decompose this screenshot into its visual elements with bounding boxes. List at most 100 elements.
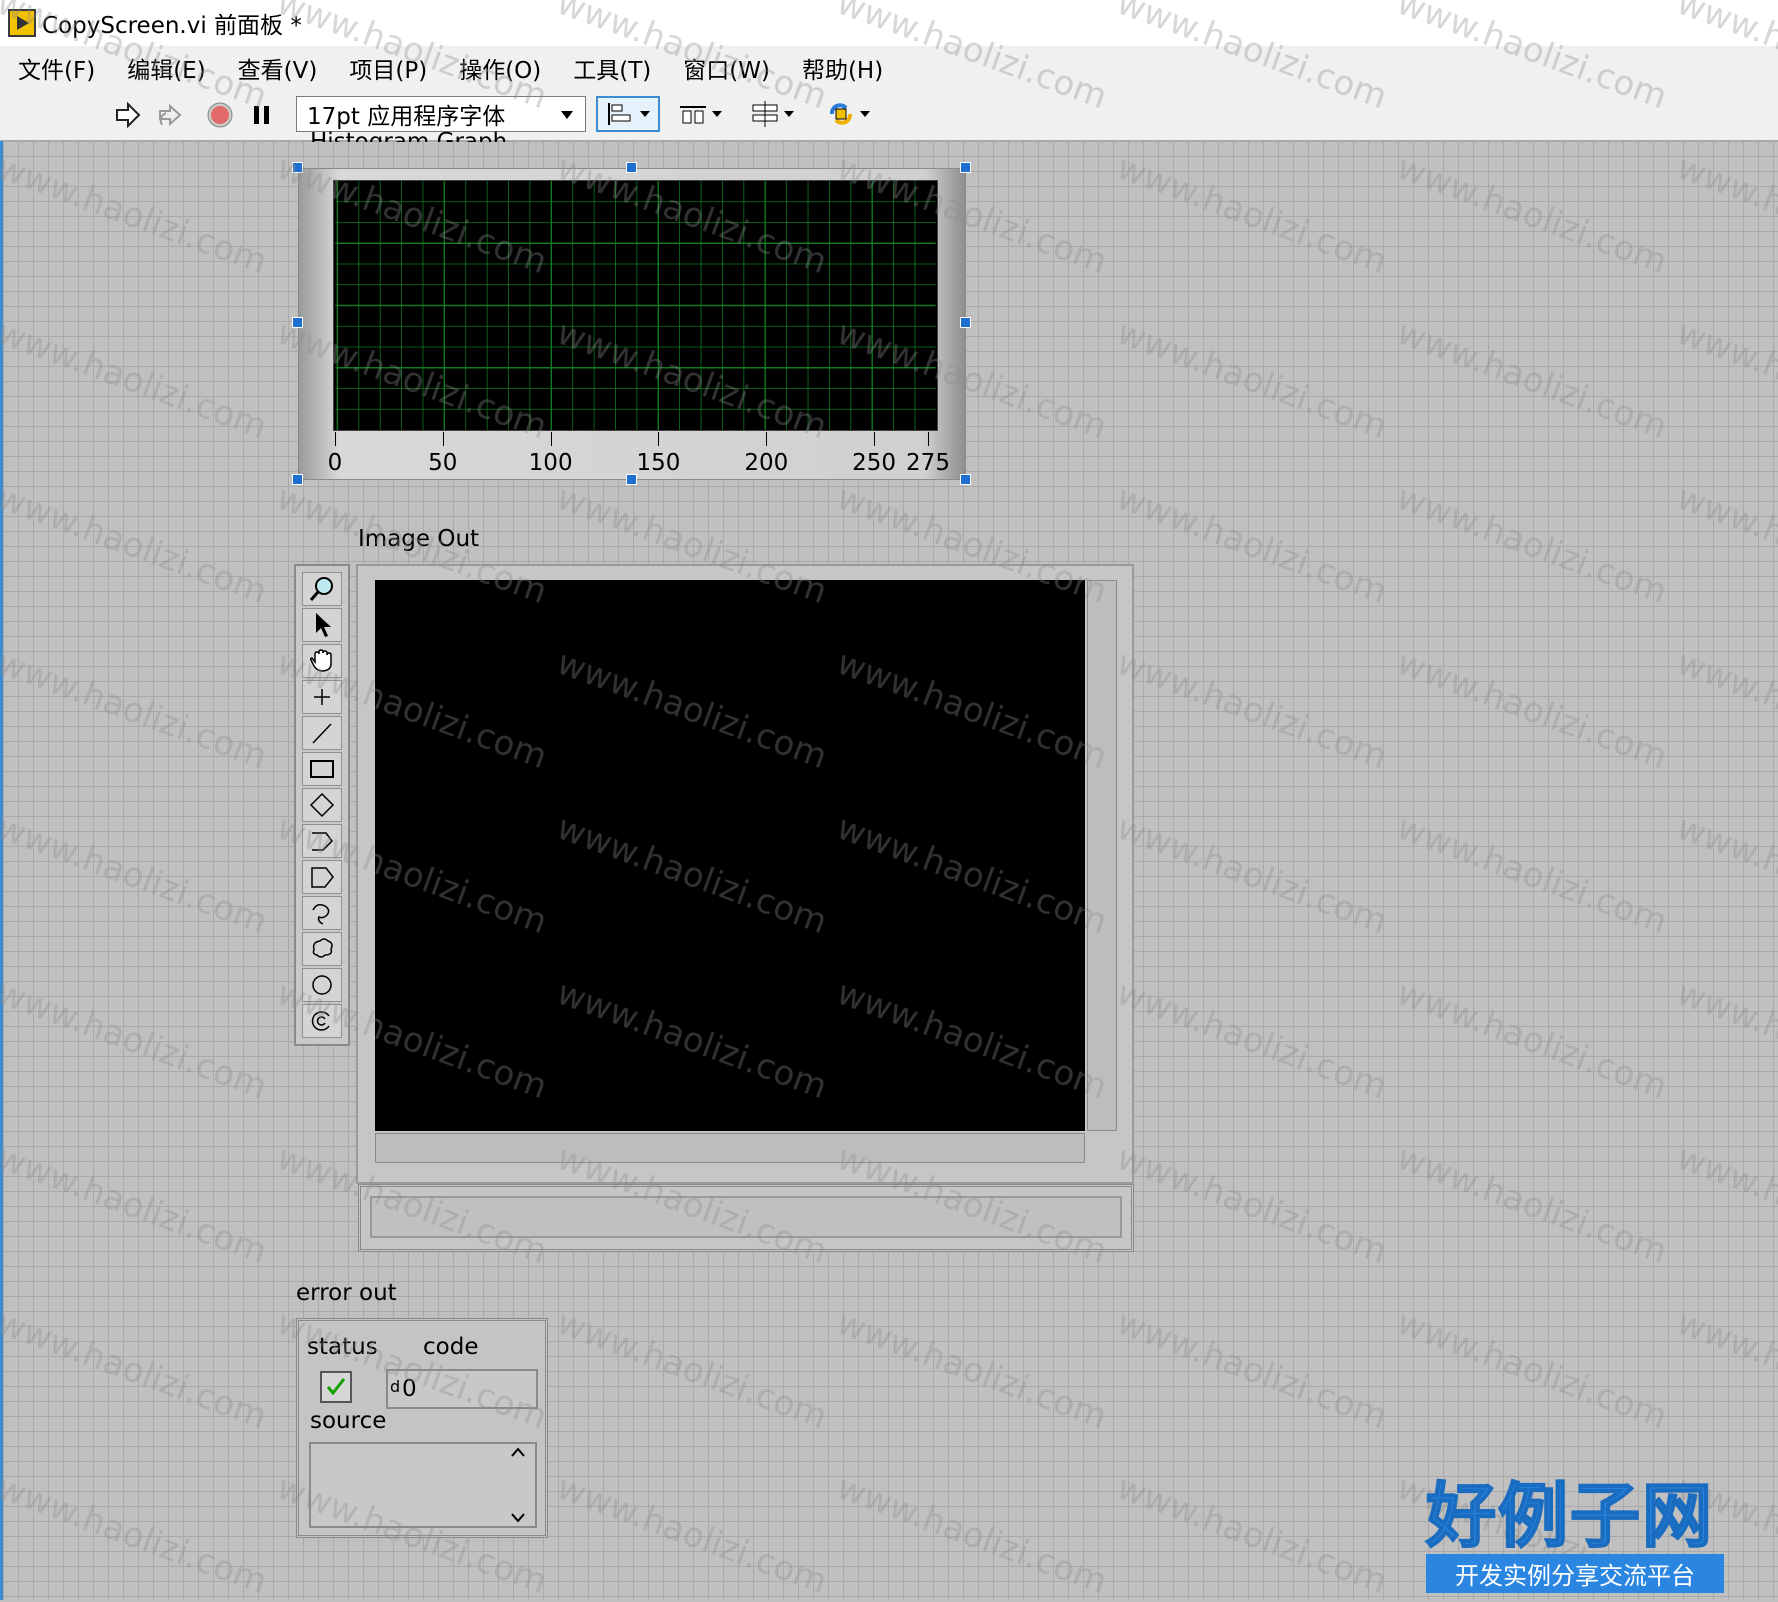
x-tick-mark [766,432,768,446]
align-objects-icon [608,103,631,125]
chevron-down-icon [561,111,573,119]
x-tick-mark [658,432,660,446]
selection-handle[interactable] [960,474,971,485]
run-continuously-icon[interactable] [154,100,186,130]
haolizi-logo: 好例子网 开发实例分享交流平台 [1425,1474,1724,1593]
polyline-icon [312,832,333,851]
menu-operate[interactable]: 操作(O) [441,51,555,85]
histogram-label: Histogram Graph [310,130,507,142]
freehand-line-tool[interactable] [302,896,342,930]
menu-bar: 文件(F) 编辑(E) 查看(V) 项目(P) 操作(O) 工具(T) 窗口(W… [0,46,1778,91]
menu-file[interactable]: 文件(F) [0,51,109,85]
x-tick-mark [335,432,336,446]
radix-indicator[interactable]: d [390,1377,400,1396]
font-select-value: 17pt 应用程序字体 [307,104,506,130]
x-tick-mark [928,432,929,446]
checkmark-icon [326,1378,346,1396]
abort-icon[interactable] [204,100,236,130]
status-label: status [307,1334,378,1360]
line-icon [312,723,332,744]
error-out-label: error out [296,1280,397,1306]
rectangle-tool[interactable] [302,752,342,786]
selection-handle[interactable] [292,162,303,173]
align-objects-dropdown[interactable] [596,96,660,132]
polygon-icon [311,867,334,888]
source-scrollbar[interactable] [503,1446,533,1524]
source-field[interactable] [309,1442,537,1528]
chevron-down-icon [784,111,794,117]
menu-window[interactable]: 窗口(W) [665,51,784,85]
reorder-dropdown[interactable] [816,96,880,132]
reorder-icon [830,103,852,125]
pan-hand-icon [309,649,332,672]
x-tick-label: 50 [428,450,458,476]
resize-objects-dropdown[interactable] [740,96,804,132]
distribute-objects-dropdown[interactable] [668,96,732,132]
chevron-up-icon[interactable] [510,1446,526,1458]
polyline-tool[interactable] [302,824,342,858]
rotated-rectangle-tool[interactable] [302,788,342,822]
source-label: source [310,1408,387,1434]
x-tick-label: 150 [636,450,681,476]
pointer-icon [316,613,331,637]
x-tick-label: 0 [327,450,343,476]
selection-handle[interactable] [960,317,971,328]
chevron-down-icon [860,111,870,117]
image-status-bar [370,1196,1122,1238]
oval-tool[interactable] [302,968,342,1002]
x-tick-label: 275 [906,450,950,476]
x-tick-mark [874,432,876,446]
oval-icon [312,975,332,995]
labview-app-icon[interactable] [8,9,36,37]
x-tick-label: 250 [852,450,897,476]
point-icon [314,689,330,705]
selection-handle[interactable] [626,162,637,173]
status-indicator[interactable] [320,1371,352,1403]
logo-main-text: 好例子网 [1425,1474,1714,1557]
point-tool[interactable] [302,680,342,714]
line-tool[interactable] [302,716,342,750]
pause-icon[interactable] [246,100,278,130]
pointer-tool[interactable] [302,608,342,642]
pan-tool[interactable] [302,644,342,678]
x-tick-mark [550,432,552,446]
image-tool-palette [294,564,350,1046]
menu-tools[interactable]: 工具(T) [555,51,665,85]
distribute-objects-icon [680,106,706,124]
font-select[interactable]: 17pt 应用程序字体 [296,96,586,132]
annulus-tool[interactable] [302,1004,342,1038]
window-title: CopyScreen.vi 前面板 * [42,13,302,39]
rotated-rectangle-icon [309,792,335,818]
x-tick-mark [442,432,444,446]
code-field[interactable]: d 0 [386,1369,538,1409]
image-vertical-scrollbar[interactable] [1087,580,1117,1131]
chevron-down-icon[interactable] [510,1512,526,1524]
annulus-icon [311,1011,330,1031]
polygon-tool[interactable] [302,860,342,894]
logo-sub-text: 开发实例分享交流平台 [1426,1554,1724,1593]
histogram-plot-area[interactable] [333,180,938,431]
menu-project[interactable]: 项目(P) [331,51,441,85]
zoom-icon [309,577,333,601]
zoom-tool[interactable] [302,572,342,606]
image-display[interactable] [375,580,1085,1131]
chevron-down-icon [640,111,650,117]
menu-view[interactable]: 查看(V) [220,51,332,85]
rectangle-icon [310,760,334,778]
selection-handle[interactable] [960,162,971,173]
code-value: 0 [402,1376,417,1402]
x-tick-label: 100 [528,450,573,476]
selection-handle[interactable] [292,474,303,485]
menu-edit[interactable]: 编辑(E) [109,51,219,85]
toolbar: 17pt 应用程序字体 [0,90,1778,141]
selection-handle[interactable] [626,474,637,485]
freehand-region-tool[interactable] [302,932,342,966]
run-arrow-icon[interactable] [112,100,144,130]
freehand-region-icon [312,938,333,958]
image-horizontal-scrollbar[interactable] [375,1133,1085,1163]
menu-help[interactable]: 帮助(H) [784,51,897,85]
title-bar: CopyScreen.vi 前面板 * [0,0,1778,46]
x-tick-label: 200 [744,450,789,476]
code-label: code [423,1334,479,1360]
selection-handle[interactable] [292,317,303,328]
